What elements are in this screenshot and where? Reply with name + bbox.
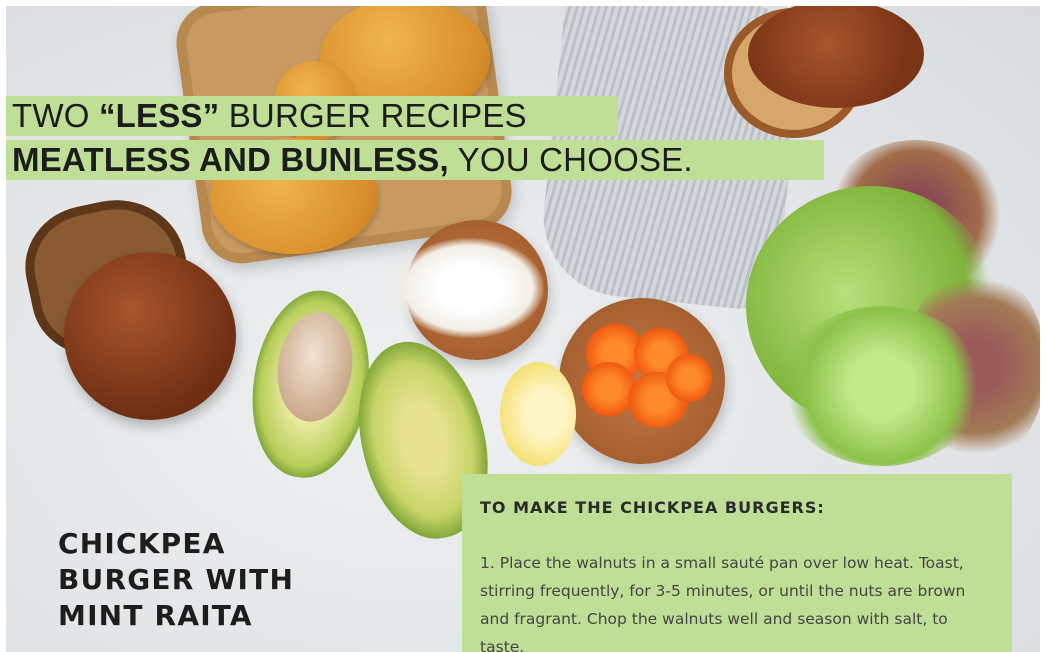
instructions-box: TO MAKE THE CHICKPEA BURGERS: 1. Place t… [462,474,1012,652]
instruction-step: 1. Place the walnuts in a small sauté pa… [480,554,966,652]
instructions-heading: TO MAKE THE CHICKPEA BURGERS: [480,498,825,517]
recipe-title-line: MINT RAITA [58,599,253,632]
recipe-title-line: CHICKPEA [58,527,226,560]
headline-emphasis: MEATLESS AND BUNLESS, [12,141,449,178]
seeded-bun [748,6,924,108]
headline-text: YOU CHOOSE. [448,141,693,178]
magazine-page: TWO “LESS” BURGER RECIPES MEATLESS AND B… [6,6,1040,652]
headline-emphasis: “LESS” [98,97,220,134]
recipe-title-line: BURGER WITH [58,563,295,596]
tomato-slice [666,354,712,402]
sliced-onion [394,238,544,338]
recipe-title: CHICKPEA BURGER WITH MINT RAITA [58,526,358,634]
tomato-slice [582,362,636,416]
headline-text: TWO [12,97,99,134]
lemon-half [500,362,576,466]
headline-text: BURGER RECIPES [219,97,527,134]
seeded-bun [64,252,236,420]
headline-line-1: TWO “LESS” BURGER RECIPES [6,96,618,136]
green-lettuce [782,306,982,466]
headline-line-2: MEATLESS AND BUNLESS, YOU CHOOSE. [6,140,824,180]
